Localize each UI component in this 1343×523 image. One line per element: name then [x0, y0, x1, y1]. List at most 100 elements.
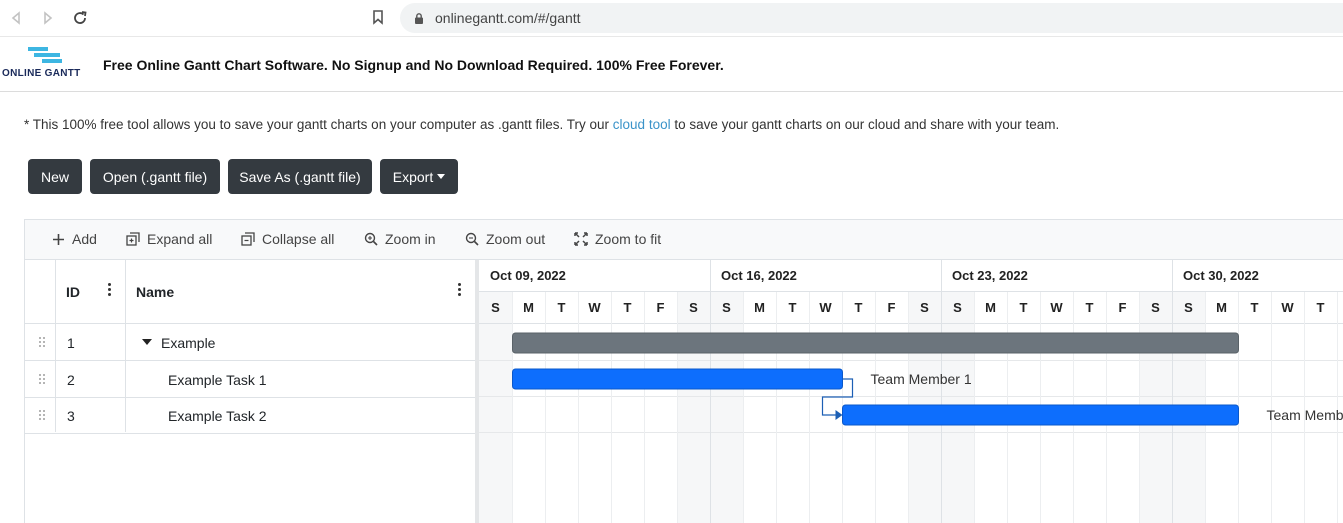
day-letter: F	[888, 300, 896, 315]
week-label: Oct 23, 2022	[952, 268, 1028, 283]
day-letter: T	[1317, 300, 1325, 315]
collapse-icon	[241, 232, 255, 246]
day-letter: S	[1151, 300, 1160, 315]
drag-handle-icon[interactable]	[39, 410, 46, 420]
address-bar[interactable]: onlinegantt.com/#/gantt	[400, 3, 1343, 33]
day-letter: W	[1281, 300, 1294, 315]
day-letter: F	[1119, 300, 1127, 315]
back-icon[interactable]	[5, 7, 27, 29]
url-text: onlinegantt.com/#/gantt	[435, 10, 581, 26]
id-column-menu-icon[interactable]	[108, 283, 112, 297]
day-letter: M	[1216, 300, 1227, 315]
notice-before: * This 100% free tool allows you to save…	[24, 117, 613, 132]
timeline-svg: SMTWTFSSMTWTFSSMTWTFSSMTWTFSOct 09, 2022…	[479, 260, 1343, 523]
row-id: 3	[67, 408, 75, 424]
grid-header: ID Name	[25, 260, 475, 324]
add-label: Add	[72, 231, 97, 247]
day-letter: W	[1050, 300, 1063, 315]
logo-text: ONLINE GANTT	[2, 68, 81, 79]
collapse-toggle-icon[interactable]	[142, 339, 152, 345]
weekend-shade	[479, 292, 512, 523]
export-dropdown-button[interactable]: Export	[380, 159, 458, 194]
dependency-arrow-icon	[836, 410, 843, 420]
row-name[interactable]: Example Task 1	[168, 372, 267, 388]
bookmark-icon[interactable]	[371, 9, 385, 30]
day-letter: S	[722, 300, 731, 315]
task-bar[interactable]	[513, 369, 843, 389]
day-letter: M	[985, 300, 996, 315]
gantt-chart: Add Expand all Collapse all Zoom in Zoom…	[24, 219, 1343, 523]
drag-handle-icon[interactable]	[39, 337, 46, 347]
save-as-gantt-file-button[interactable]: Save As (.gantt file)	[228, 159, 372, 194]
zoom-out-icon	[465, 232, 479, 246]
day-letter: W	[588, 300, 601, 315]
table-row[interactable]: 3 Example Task 2	[25, 397, 475, 434]
logo-bars-icon	[28, 47, 68, 67]
add-button[interactable]: Add	[52, 231, 97, 247]
gantt-toolbar: Add Expand all Collapse all Zoom in Zoom…	[25, 220, 1343, 260]
column-header-id[interactable]: ID	[66, 284, 80, 300]
zoom-in-label: Zoom in	[385, 231, 436, 247]
name-column-menu-icon[interactable]	[458, 283, 462, 297]
day-letter: T	[1020, 300, 1028, 315]
day-letter: S	[1184, 300, 1193, 315]
expand-icon	[126, 232, 140, 246]
table-row[interactable]: 2 Example Task 1	[25, 361, 475, 398]
new-button[interactable]: New	[28, 159, 82, 194]
forward-icon[interactable]	[37, 7, 59, 29]
zoom-to-fit-label: Zoom to fit	[595, 231, 661, 247]
reload-icon[interactable]	[69, 7, 91, 29]
timeline-area: SMTWTFSSMTWTFSSMTWTFSSMTWTFSOct 09, 2022…	[479, 260, 1343, 523]
week-label: Oct 16, 2022	[721, 268, 797, 283]
day-letter: M	[523, 300, 534, 315]
summary-bar[interactable]	[513, 333, 1239, 353]
zoom-out-label: Zoom out	[486, 231, 545, 247]
week-label: Oct 09, 2022	[490, 268, 566, 283]
zoom-out-button[interactable]: Zoom out	[465, 231, 545, 247]
row-id: 1	[67, 335, 75, 351]
day-letter: T	[624, 300, 632, 315]
expand-all-button[interactable]: Expand all	[126, 231, 212, 247]
site-header: ONLINE GANTT Free Online Gantt Chart Sof…	[0, 37, 1343, 92]
zoom-in-button[interactable]: Zoom in	[364, 231, 436, 247]
zoom-in-icon	[364, 232, 378, 246]
day-letter: S	[491, 300, 500, 315]
row-name[interactable]: Example	[161, 335, 215, 351]
day-letter: W	[819, 300, 832, 315]
tagline: Free Online Gantt Chart Software. No Sig…	[103, 57, 724, 73]
day-letter: T	[855, 300, 863, 315]
browser-toolbar: onlinegantt.com/#/gantt	[0, 0, 1343, 37]
fit-icon	[574, 232, 588, 246]
day-letter: T	[1086, 300, 1094, 315]
weekend-shade	[710, 292, 743, 523]
expand-all-label: Expand all	[147, 231, 212, 247]
cloud-tool-link[interactable]: cloud tool	[613, 117, 671, 132]
day-letter: S	[953, 300, 962, 315]
site-logo[interactable]: ONLINE GANTT	[2, 47, 88, 83]
day-letter: T	[1251, 300, 1259, 315]
caret-down-icon	[437, 174, 445, 179]
open-gantt-file-button[interactable]: Open (.gantt file)	[90, 159, 220, 194]
zoom-to-fit-button[interactable]: Zoom to fit	[574, 231, 661, 247]
collapse-all-button[interactable]: Collapse all	[241, 231, 334, 247]
plus-icon	[52, 233, 65, 246]
day-letter: S	[689, 300, 698, 315]
day-letter: F	[657, 300, 665, 315]
row-name[interactable]: Example Task 2	[168, 408, 267, 424]
weekend-shade	[677, 292, 710, 523]
export-label: Export	[393, 169, 433, 185]
collapse-all-label: Collapse all	[262, 231, 334, 247]
assignee-label: Team Member 1	[871, 371, 972, 387]
day-letter: T	[558, 300, 566, 315]
task-bar[interactable]	[843, 405, 1239, 425]
task-grid: ID Name 1 Example 2 Example Task 1 3 Exa…	[25, 260, 475, 523]
notice-after: to save your gantt charts on our cloud a…	[671, 117, 1060, 132]
day-letter: T	[789, 300, 797, 315]
drag-handle-icon[interactable]	[39, 374, 46, 384]
lock-icon	[413, 12, 425, 30]
column-header-name[interactable]: Name	[136, 284, 174, 300]
day-letter: S	[920, 300, 929, 315]
day-letter: M	[754, 300, 765, 315]
week-label: Oct 30, 2022	[1183, 268, 1259, 283]
table-row[interactable]: 1 Example	[25, 324, 475, 361]
